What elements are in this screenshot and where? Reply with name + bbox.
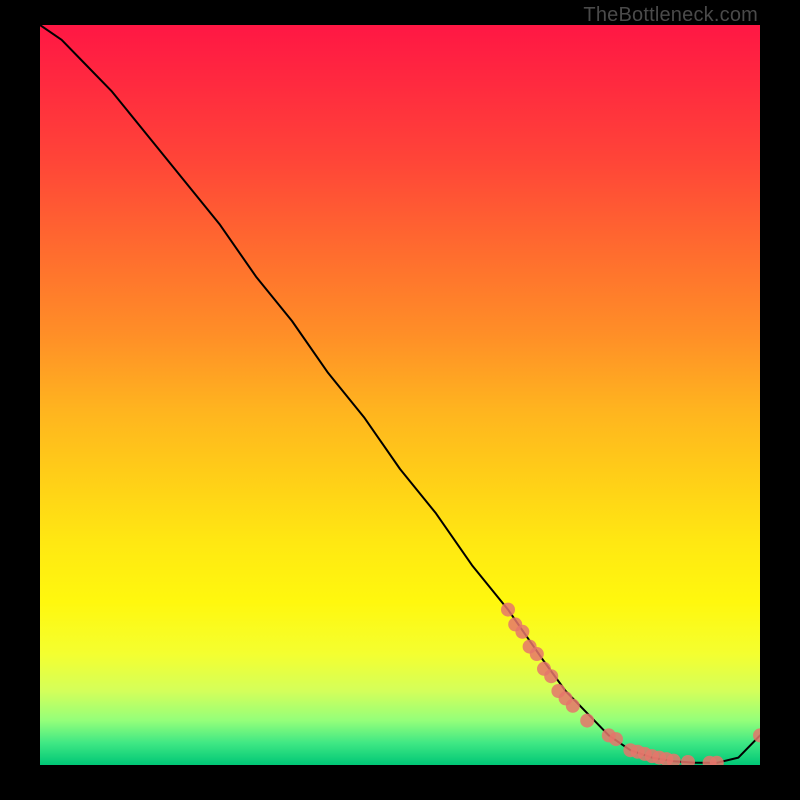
highlight-dot bbox=[501, 603, 515, 617]
highlight-dot bbox=[515, 625, 529, 639]
chart-frame: TheBottleneck.com bbox=[0, 0, 800, 800]
curve-svg bbox=[40, 25, 760, 765]
highlight-dot bbox=[530, 647, 544, 661]
highlight-markers bbox=[501, 603, 760, 765]
plot-area bbox=[40, 25, 760, 765]
watermark-text: TheBottleneck.com bbox=[583, 4, 758, 27]
highlight-dot bbox=[609, 732, 623, 746]
highlight-dot bbox=[681, 755, 695, 765]
bottleneck-curve-path bbox=[40, 25, 760, 763]
highlight-dot bbox=[544, 669, 558, 683]
highlight-dot bbox=[566, 699, 580, 713]
highlight-dot bbox=[580, 714, 594, 728]
